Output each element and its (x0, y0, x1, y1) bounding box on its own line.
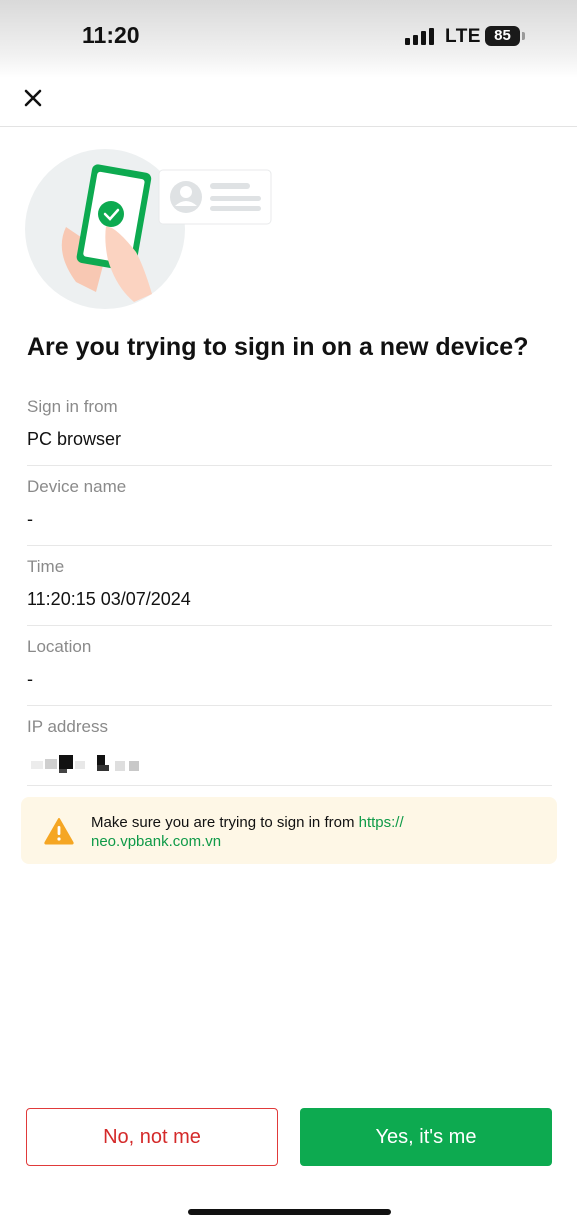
notice-message: Make sure you are trying to sign in from (91, 814, 359, 831)
warning-icon (44, 818, 74, 845)
info-row-ip-address: IP address (27, 706, 552, 786)
no-not-me-button[interactable]: No, not me (26, 1108, 278, 1166)
home-indicator[interactable] (188, 1209, 391, 1215)
ip-address-redacted (31, 755, 151, 773)
info-label: Device name (27, 477, 127, 496)
info-label: Location (27, 637, 92, 656)
notice-text: Make sure you are trying to sign in from… (91, 813, 511, 851)
battery-icon: 85 (485, 26, 520, 46)
info-label: Sign in from (27, 397, 118, 416)
info-row-sign-in-from: Sign in from PC browser (27, 386, 552, 466)
sign-in-details: Sign in from PC browser Device name - Ti… (27, 386, 552, 786)
info-label: Time (27, 557, 65, 576)
info-label: IP address (27, 717, 108, 736)
close-icon (24, 89, 42, 107)
info-value: 11:20:15 03/07/2024 (27, 589, 191, 609)
status-time: 11:20 (82, 22, 140, 48)
info-row-device-name: Device name - (27, 466, 552, 546)
status-bar: 11:20 LTE 85 (0, 0, 577, 78)
phone-verification-illustration (24, 142, 274, 312)
security-notice: Make sure you are trying to sign in from… (21, 797, 557, 864)
network-type: LTE (445, 26, 481, 47)
info-value: PC browser (27, 429, 122, 449)
page-title: Are you trying to sign in on a new devic… (27, 333, 529, 361)
signal-icon (405, 28, 435, 45)
info-value: - (27, 669, 33, 689)
header-divider (0, 126, 577, 127)
battery-nub (522, 32, 525, 40)
close-button[interactable] (18, 83, 48, 113)
info-row-time: Time 11:20:15 03/07/2024 (27, 546, 552, 626)
info-value: - (27, 509, 33, 529)
yes-its-me-button[interactable]: Yes, it's me (300, 1108, 552, 1166)
info-row-location: Location - (27, 626, 552, 706)
